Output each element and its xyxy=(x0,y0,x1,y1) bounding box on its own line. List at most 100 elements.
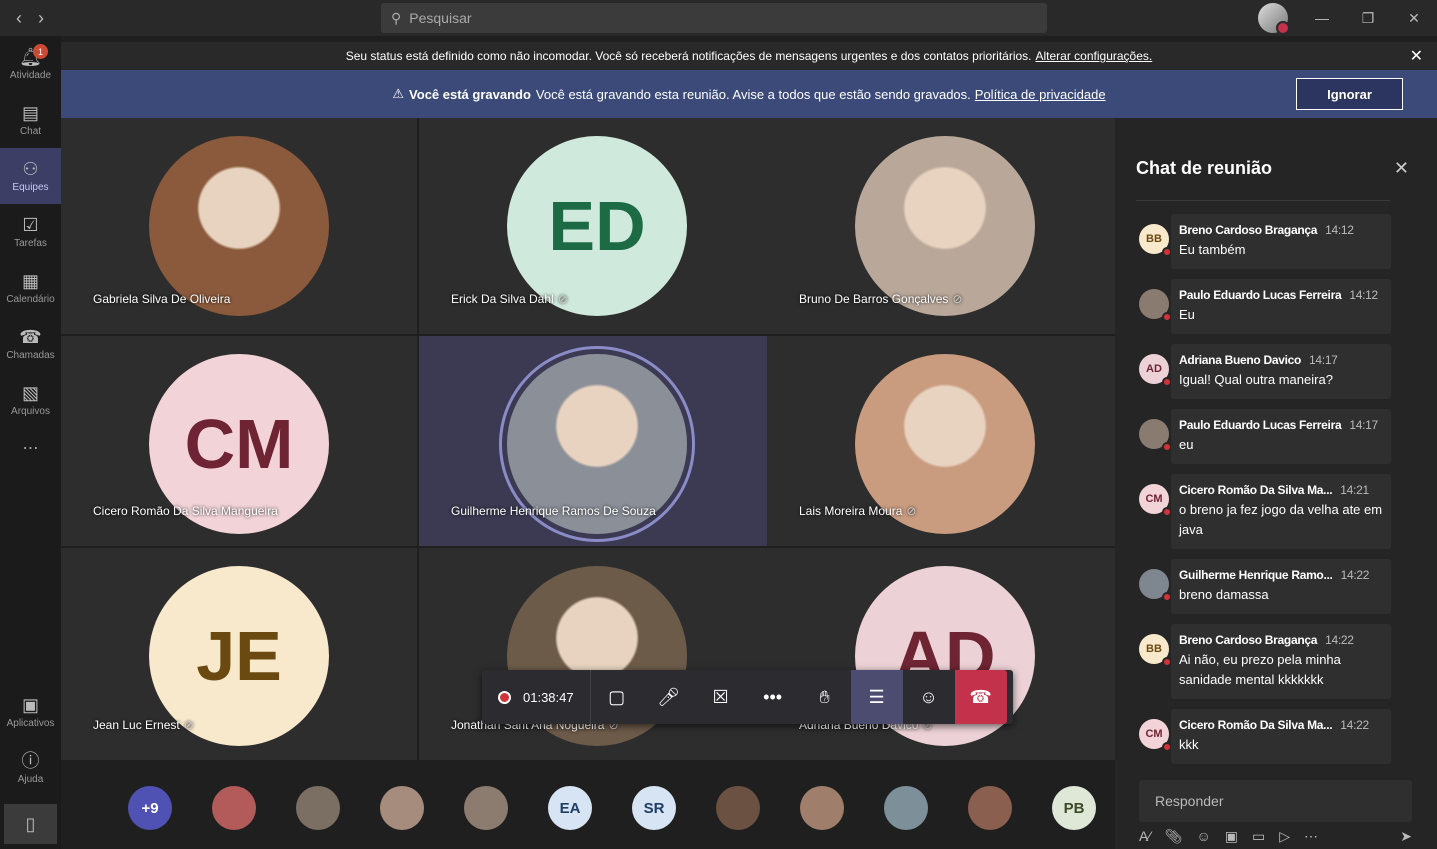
notification-badge: 1 xyxy=(33,44,48,59)
participant-avatar[interactable] xyxy=(212,786,256,830)
participant-name: Jean Luc Ernest ⊘ xyxy=(93,718,194,732)
rail-label: Arquivos xyxy=(11,406,50,417)
participant-avatar[interactable]: SR xyxy=(632,786,676,830)
forward-arrow-icon[interactable]: › xyxy=(38,8,44,29)
participant-avatar[interactable]: PB xyxy=(1052,786,1096,830)
participant-tile[interactable]: Jonathan Sant Ana Nogueira ⊘ xyxy=(419,548,775,760)
back-arrow-icon[interactable]: ‹ xyxy=(16,8,22,29)
camera-off-icon[interactable]: ▢ xyxy=(591,670,643,724)
maximize-icon[interactable]: ❐ xyxy=(1345,0,1391,36)
participant-tile[interactable]: Lais Moreira Moura ⊘ xyxy=(767,336,1123,546)
dnd-notice: Seu status está definido como não incomo… xyxy=(61,42,1437,70)
author-avatar[interactable]: CM xyxy=(1139,484,1172,517)
participant-avatar[interactable] xyxy=(716,786,760,830)
author-avatar[interactable] xyxy=(1139,569,1172,602)
message-time: 14:17 xyxy=(1309,353,1338,367)
message-bubble[interactable]: Cicero Romão Da Silva Ma... 14:22 kkk xyxy=(1171,709,1391,764)
message-bubble[interactable]: Cicero Romão Da Silva Ma... 14:21 o breno … xyxy=(1171,474,1391,549)
phone-device-icon: ▯ xyxy=(25,814,36,834)
author-avatar[interactable] xyxy=(1139,289,1172,322)
author-avatar[interactable] xyxy=(1139,419,1172,452)
stop-share-icon[interactable]: ☒ xyxy=(695,670,747,724)
message-bubble[interactable]: Paulo Eduardo Lucas Ferreira 14:12 Eu xyxy=(1171,279,1391,334)
message-header: Breno Cardoso Bragança 14:22 xyxy=(1179,633,1383,647)
attach-icon[interactable]: 📎︎ xyxy=(1165,828,1183,845)
rail-item-chat[interactable]: ▤ Chat xyxy=(0,92,61,148)
apps-icon: ▣ xyxy=(21,695,39,715)
participant-avatar[interactable]: EA xyxy=(548,786,592,830)
message-bubble[interactable]: Adriana Bueno Davico 14:17 Igual! Qual out… xyxy=(1171,344,1391,399)
profile-avatar[interactable] xyxy=(1258,3,1290,35)
meet-now-icon[interactable]: ▷ xyxy=(1279,828,1290,845)
search-input[interactable]: ⚲ Pesquisar xyxy=(381,3,1047,33)
privacy-policy-link[interactable]: Política de privacidade xyxy=(975,87,1106,102)
participant-avatar[interactable] xyxy=(968,786,1012,830)
participant-name-text: Guilherme Henrique Ramos De Souza xyxy=(451,504,656,518)
ignore-button[interactable]: Ignorar xyxy=(1296,78,1403,110)
message-header: Adriana Bueno Davico 14:17 xyxy=(1179,353,1383,367)
participant-avatar[interactable] xyxy=(800,786,844,830)
participant-tile[interactable]: CM Cicero Romão Da Silva Mangueira xyxy=(61,336,417,546)
message-author: Adriana Bueno Davico xyxy=(1179,353,1302,367)
author-avatar[interactable]: BB xyxy=(1139,634,1172,667)
participant-avatar[interactable] xyxy=(884,786,928,830)
message-bubble[interactable]: Breno Cardoso Bragança 14:22 Ai não, eu pr… xyxy=(1171,624,1391,699)
close-chat-icon[interactable]: ✕ xyxy=(1394,158,1409,179)
message-text: breno damassa xyxy=(1179,587,1269,602)
format-icon[interactable]: A⁄ xyxy=(1139,828,1151,845)
message-bubble[interactable]: Guilherme Henrique Ramo... 14:22 breno dam… xyxy=(1171,559,1391,614)
emoji-icon[interactable]: ☺ xyxy=(1196,828,1210,845)
participant-name: Erick Da Silva Dahl ⊘ xyxy=(451,292,568,306)
rail-item-chamadas[interactable]: ☎︎ Chamadas xyxy=(0,316,61,372)
gif-icon[interactable]: ▣ xyxy=(1225,828,1238,845)
sticker-icon[interactable]: ▭ xyxy=(1252,828,1265,845)
more-options-icon[interactable]: ⋯ xyxy=(1304,828,1318,845)
show-chat-icon[interactable]: ☰ xyxy=(850,670,903,724)
message-time: 14:12 xyxy=(1325,223,1354,237)
muted-mic-icon: ⊘ xyxy=(557,292,568,306)
recording-text: Você está gravando esta reunião. Avise a… xyxy=(535,86,971,102)
message-bubble[interactable]: Paulo Eduardo Lucas Ferreira 14:17 eu xyxy=(1171,409,1391,464)
participant-tile[interactable]: AD Adriana Bueno Davico ⊘ xyxy=(767,548,1123,760)
participant-tile[interactable]: Bruno De Barros Gonçalves ⊘ xyxy=(767,118,1123,334)
rail-item-atividade[interactable]: 🔔︎ 1 Atividade xyxy=(0,36,61,92)
device-button[interactable]: ▯ xyxy=(4,804,57,844)
rail-item-equipes[interactable]: ⚇ Equipes xyxy=(0,148,61,204)
participant-tile[interactable]: Guilherme Henrique Ramos De Souza xyxy=(419,336,775,546)
message-time: 14:21 xyxy=(1340,483,1369,497)
reply-input[interactable]: Responder xyxy=(1139,780,1412,822)
participant-avatar[interactable] xyxy=(380,786,424,830)
close-notice-icon[interactable]: ✕ xyxy=(1410,46,1423,66)
author-avatar[interactable]: BB xyxy=(1139,224,1172,257)
send-icon[interactable]: ➤ xyxy=(1400,828,1412,845)
rail-item-calendário[interactable]: ▦ Calendário xyxy=(0,260,61,316)
raise-hand-icon[interactable]: ✋︎ xyxy=(799,670,851,724)
participant-tile[interactable]: JE Jean Luc Ernest ⊘ xyxy=(61,548,417,760)
avatar-initials: AD xyxy=(1146,363,1162,375)
participant-name-text: Lais Moreira Moura xyxy=(799,504,903,518)
minimize-icon[interactable]: — xyxy=(1299,0,1345,36)
rail-item-arquivos[interactable]: ▧ Arquivos xyxy=(0,372,61,428)
rail-item-help[interactable]: ⓘ Ajuda xyxy=(0,740,61,796)
hang-up-icon[interactable]: ☎︎ xyxy=(954,670,1007,724)
more-participants-button[interactable]: +9 xyxy=(128,786,172,830)
participant-avatar[interactable] xyxy=(464,786,508,830)
rail-item-apps[interactable]: ▣ Aplicativos xyxy=(0,684,61,740)
author-avatar[interactable]: AD xyxy=(1139,354,1172,387)
compose-toolbar: A⁄ 📎︎ ☺ ▣ ▭ ▷ ⋯ ➤ xyxy=(1139,828,1412,845)
more-actions-icon[interactable]: ••• xyxy=(747,670,799,724)
participant-tile[interactable]: ED Erick Da Silva Dahl ⊘ xyxy=(419,118,775,334)
change-settings-link[interactable]: Alterar configurações. xyxy=(1036,49,1153,63)
chat-divider xyxy=(1136,200,1390,201)
call-controls: 01:38:47 ▢ 🎤︎ ☒ ••• ✋︎ ☰ ☺ ☎︎ xyxy=(482,670,1013,724)
participants-icon[interactable]: ☺ xyxy=(903,670,955,724)
rail-item-tarefas[interactable]: ☑ Tarefas xyxy=(0,204,61,260)
microphone-icon[interactable]: 🎤︎ xyxy=(643,670,695,724)
more-apps-icon[interactable]: ⋯ xyxy=(0,428,61,468)
author-avatar[interactable]: CM xyxy=(1139,719,1172,752)
participant-tile[interactable]: Gabriela Silva De Oliveira xyxy=(61,118,417,334)
message-author: Paulo Eduardo Lucas Ferreira xyxy=(1179,288,1342,302)
message-bubble[interactable]: Breno Cardoso Bragança 14:12 Eu também xyxy=(1171,214,1391,269)
participant-avatar[interactable] xyxy=(296,786,340,830)
close-window-icon[interactable]: ✕ xyxy=(1391,0,1437,36)
